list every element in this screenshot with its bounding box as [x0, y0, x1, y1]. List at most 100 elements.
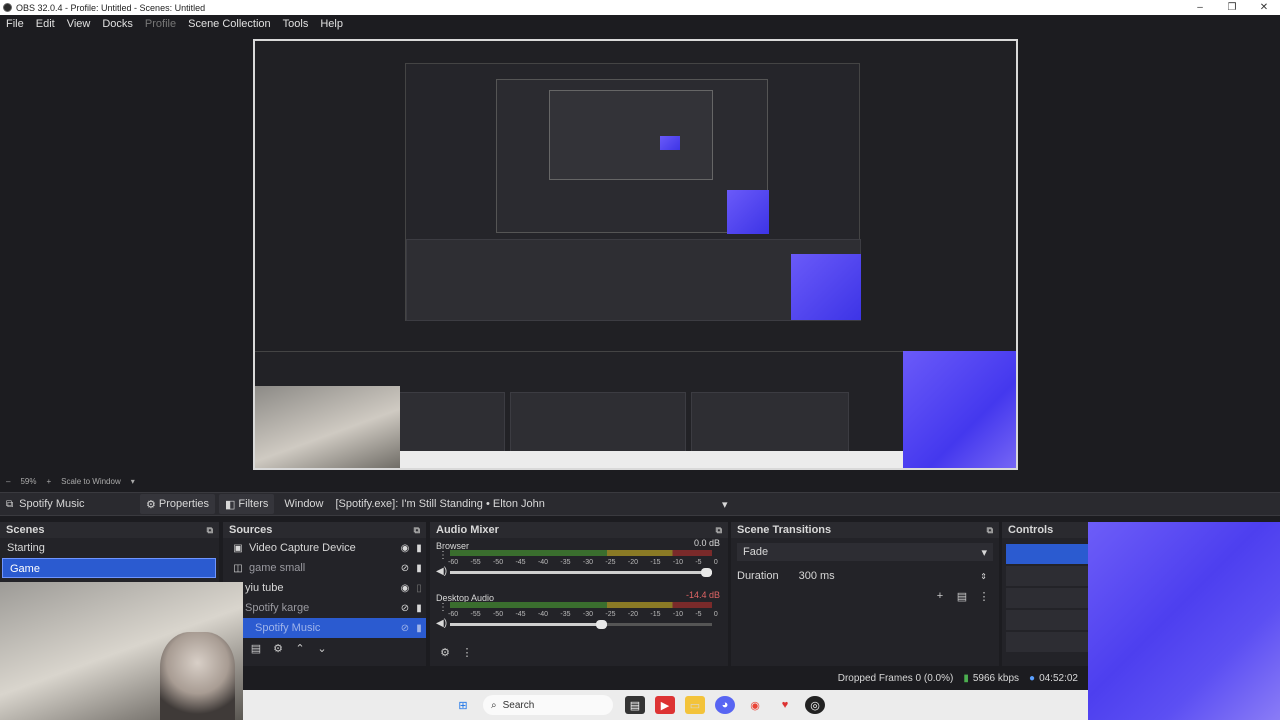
menu-help[interactable]: Help	[320, 18, 343, 30]
maximize-button[interactable]: ❐	[1216, 0, 1248, 15]
obs-icon[interactable]: ◎	[805, 696, 825, 714]
window-capture-icon: ⧉	[6, 498, 14, 510]
menu-file[interactable]: File	[6, 18, 24, 30]
properties-button[interactable]: ⚙ Properties	[140, 494, 216, 514]
sources-header: Sources ⧉	[223, 522, 426, 538]
meter-scale: -60 -55 -50 -45 -40 -35 -30 -25 -20 -15 -10 -5 0	[448, 559, 718, 566]
status-bar: Dropped Frames 0 (0.0%) ▮ 5966 kbps ● 04…	[0, 670, 1088, 686]
spin-arrows-icon[interactable]: ⇕	[980, 572, 987, 581]
start-recording-button[interactable]	[1006, 566, 1088, 586]
filters-button[interactable]: ◧ Filters	[219, 494, 275, 514]
discord-icon[interactable]: ◕	[715, 696, 735, 714]
menu-scene-collection[interactable]: Scene Collection	[188, 18, 271, 30]
source-name: game small	[249, 562, 306, 574]
start-streaming-button[interactable]	[1006, 544, 1088, 564]
search-icon: ⌕	[491, 699, 497, 711]
volume-slider[interactable]	[450, 568, 712, 577]
lock-icon[interactable]: ▮	[412, 563, 426, 574]
transition-row: Fade ▾	[731, 542, 999, 562]
source-item[interactable]: ◫ game small ⊘ ▮	[223, 558, 426, 578]
pin-icon[interactable]: ♥	[775, 696, 795, 714]
menu-docks[interactable]: Docks	[102, 18, 133, 30]
scale-dropdown-icon[interactable]: ▾	[131, 477, 135, 486]
virtual-camera-button[interactable]	[1006, 588, 1088, 608]
scale-mode-label[interactable]: Scale to Window	[61, 477, 121, 486]
controls-dock: Controls	[1002, 522, 1088, 666]
lock-icon[interactable]: ▯	[412, 583, 426, 594]
volume-knob[interactable]	[701, 568, 712, 577]
search-label: Search	[502, 699, 535, 711]
eye-hidden-icon[interactable]: ⊘	[398, 563, 412, 574]
undock-icon[interactable]: ⧉	[987, 525, 993, 536]
undock-icon[interactable]: ⧉	[414, 525, 420, 536]
source-item[interactable]: ▣ Video Capture Device ◉ ▮	[223, 538, 426, 558]
lock-icon[interactable]: ▮	[412, 543, 426, 554]
taskbar-search[interactable]: ⌕ Search	[483, 695, 613, 715]
volume-meter	[450, 550, 712, 556]
source-item-selected[interactable]: Spotify Music ⊘ ▮	[243, 618, 426, 638]
source-item[interactable]: Spotify karge ⊘ ▮	[223, 598, 426, 618]
chrome-icon[interactable]: ◉	[745, 696, 765, 714]
task-view-icon[interactable]: ▤	[625, 696, 645, 714]
obs-logo-icon	[3, 3, 12, 12]
nested-purple-block	[660, 136, 680, 150]
lock-icon[interactable]: ▮	[412, 623, 426, 634]
eye-hidden-icon[interactable]: ⊘	[398, 603, 412, 614]
mixer-menu-icon[interactable]: ⋮	[456, 646, 478, 659]
scene-item-starting[interactable]: Starting	[0, 538, 219, 558]
transition-select[interactable]: Fade ▾	[737, 543, 993, 561]
audio-mixer-dock: Audio Mixer ⧉ Browser 0.0 dB ⋮ -60 -55 -50…	[430, 522, 728, 666]
lock-icon[interactable]: ▮	[412, 603, 426, 614]
preview-purple-overlay	[903, 351, 1016, 468]
channel-menu-icon[interactable]: ⋮	[438, 602, 448, 613]
speaker-icon[interactable]: ◀)	[436, 566, 447, 577]
move-up-icon[interactable]: ⌃	[289, 642, 311, 655]
eye-hidden-icon[interactable]: ⊘	[398, 623, 412, 634]
menu-tools[interactable]: Tools	[283, 18, 309, 30]
app-icon[interactable]: ▶	[655, 696, 675, 714]
volume-knob[interactable]	[596, 620, 607, 629]
nested-webcam	[255, 386, 400, 468]
studio-mode-button[interactable]	[1006, 610, 1088, 630]
window-controls: – ❐ ✕	[1184, 0, 1280, 15]
window-select-value: [Spotify.exe]: I'm Still Standing • Elto…	[335, 498, 545, 510]
minimize-button[interactable]: –	[1184, 0, 1216, 15]
start-icon[interactable]: ⊞	[453, 696, 473, 714]
purple-overlay	[1088, 522, 1280, 720]
advanced-audio-icon[interactable]: ⚙	[434, 646, 456, 659]
transition-menu-icon[interactable]: ⋮	[973, 590, 995, 603]
scene-item-game[interactable]: Game	[2, 558, 216, 578]
zoom-out-button[interactable]: –	[6, 477, 10, 486]
zoom-in-button[interactable]: +	[46, 477, 51, 486]
add-transition-icon[interactable]: +	[929, 590, 951, 602]
menu-edit[interactable]: Edit	[36, 18, 55, 30]
source-item[interactable]: yiu tube ◉ ▯	[223, 578, 426, 598]
trash-icon[interactable]: ▤	[245, 642, 267, 655]
window-select[interactable]: [Spotify.exe]: I'm Still Standing • Elto…	[332, 495, 732, 513]
audio-mixer-toolbar: ⚙ ⋮	[430, 642, 728, 662]
program-preview[interactable]	[253, 39, 1018, 470]
duration-row: Duration 300 ms ⇕	[731, 566, 999, 586]
trash-icon[interactable]: ▤	[951, 590, 973, 603]
source-name: yiu tube	[245, 582, 284, 594]
settings-button[interactable]	[1006, 632, 1088, 652]
speaker-icon[interactable]: ◀)	[436, 618, 447, 629]
preview-canvas[interactable]	[0, 33, 1280, 473]
audio-mixer-title: Audio Mixer	[436, 524, 499, 536]
zoom-level: 59%	[20, 476, 37, 486]
channel-menu-icon[interactable]: ⋮	[438, 550, 448, 561]
volume-fill	[450, 571, 712, 574]
file-explorer-icon[interactable]: ▭	[685, 696, 705, 714]
eye-icon[interactable]: ◉	[398, 583, 412, 594]
menu-view[interactable]: View	[67, 18, 91, 30]
undock-icon[interactable]: ⧉	[207, 525, 213, 536]
volume-slider[interactable]	[450, 620, 712, 629]
gear-icon[interactable]: ⚙	[267, 642, 289, 655]
undock-icon[interactable]: ⧉	[716, 525, 722, 536]
duration-spinbox[interactable]: 300 ms ⇕	[793, 567, 993, 585]
source-name: Spotify karge	[245, 602, 310, 614]
eye-icon[interactable]: ◉	[398, 543, 412, 554]
move-down-icon[interactable]: ⌄	[311, 642, 333, 655]
close-button[interactable]: ✕	[1248, 0, 1280, 15]
menu-profile[interactable]: Profile	[145, 18, 176, 30]
